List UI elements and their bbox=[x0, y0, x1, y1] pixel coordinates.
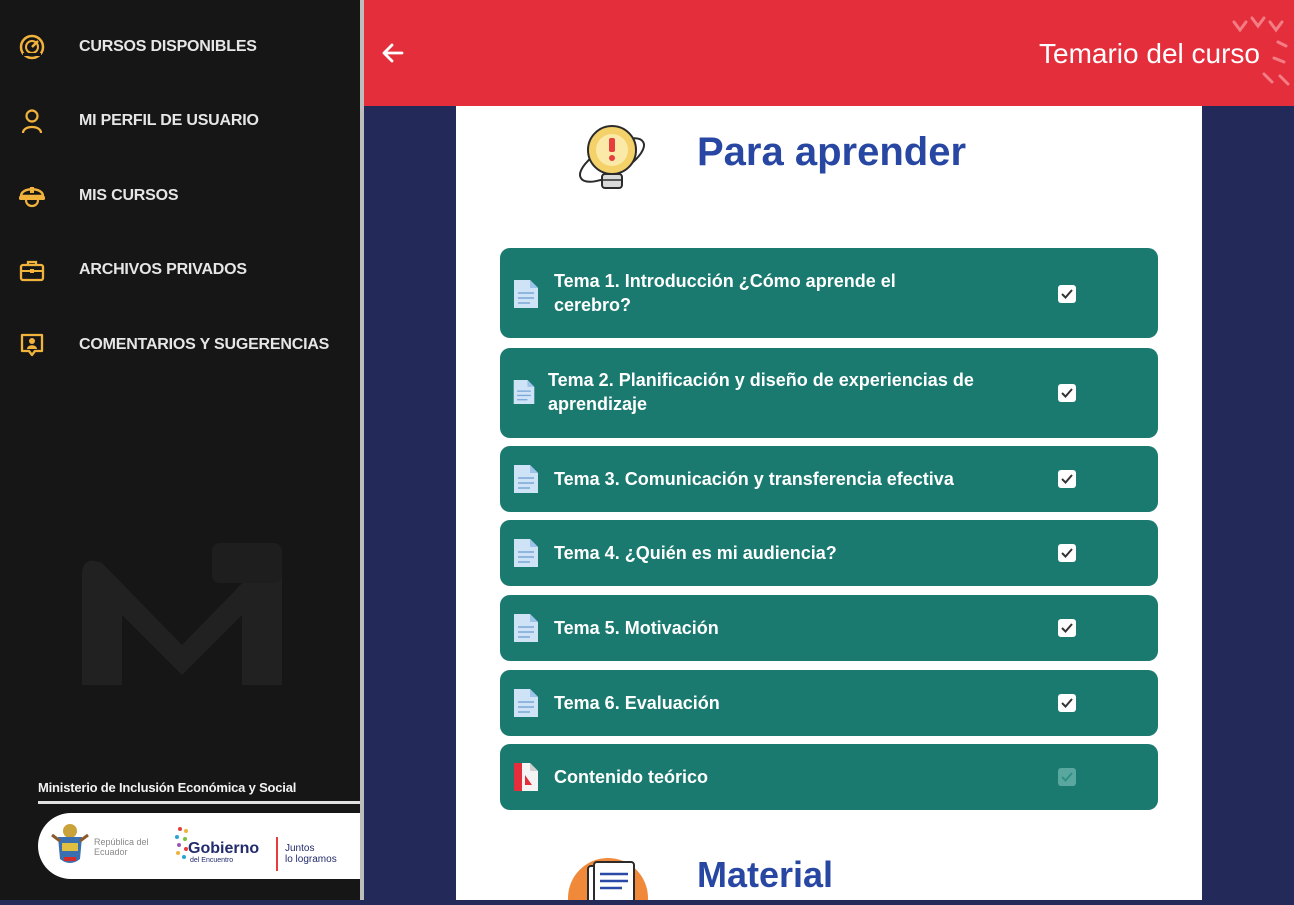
sidebar-item-cursos-disponibles[interactable]: CURSOS DISPONIBLES bbox=[0, 22, 360, 72]
slogan-label: Juntos lo logramos bbox=[285, 843, 337, 865]
document-icon bbox=[512, 612, 540, 644]
checkbox-checked[interactable] bbox=[1058, 619, 1076, 637]
sidebar-item-mis-cursos[interactable]: MIS CURSOS bbox=[0, 171, 360, 221]
checkbox-checked[interactable] bbox=[1058, 544, 1076, 562]
topic-label: Tema 4. ¿Quién es mi audiencia? bbox=[554, 543, 837, 563]
section-title: Para aprender bbox=[697, 130, 967, 174]
divider bbox=[276, 837, 278, 871]
sidebar-drawer: CURSOS DISPONIBLES MI PERFIL DE USUARIO … bbox=[0, 0, 360, 900]
republica-label: República del Ecuador bbox=[94, 837, 149, 857]
check-icon bbox=[1061, 623, 1073, 633]
topic-label: Tema 2. Planificación y diseño de experi… bbox=[548, 370, 974, 414]
arrow-left-icon bbox=[382, 43, 404, 63]
topic-item[interactable]: Tema 2. Planificación y diseño de experi… bbox=[500, 348, 1158, 438]
gauge-icon bbox=[16, 31, 48, 63]
checkbox-checked[interactable] bbox=[1058, 384, 1076, 402]
document-stack-icon bbox=[564, 858, 654, 905]
topic-label: Tema 5. Motivación bbox=[554, 618, 719, 638]
course-syllabus-card: Para aprender Tema 1. Introducción ¿Cómo… bbox=[456, 106, 1202, 905]
gobierno-sub-label: del Encuentro bbox=[190, 857, 234, 864]
checkbox-checked-disabled[interactable] bbox=[1058, 768, 1076, 786]
mies-capacita-watermark-logo bbox=[72, 535, 292, 735]
sidebar-item-label: MI PERFIL DE USUARIO bbox=[79, 112, 259, 129]
document-icon bbox=[512, 537, 540, 569]
ecuador-coat-of-arms-icon bbox=[50, 821, 90, 874]
sidebar-item-label: CURSOS DISPONIBLES bbox=[79, 38, 257, 55]
sidebar-item-label: ARCHIVOS PRIVADOS bbox=[79, 261, 247, 278]
checkbox-checked[interactable] bbox=[1058, 470, 1076, 488]
decorative-pattern-icon bbox=[1214, 0, 1294, 111]
drawer-edge bbox=[360, 0, 364, 900]
gobierno-label: Gobierno bbox=[188, 840, 260, 857]
briefcase-icon bbox=[16, 254, 48, 286]
topic-item[interactable]: Tema 6. Evaluación bbox=[500, 670, 1158, 736]
user-icon bbox=[16, 105, 48, 137]
slogan-line-2: lo logramos bbox=[285, 854, 337, 865]
check-icon bbox=[1061, 474, 1073, 484]
topic-item[interactable]: Tema 5. Motivación bbox=[500, 595, 1158, 661]
check-icon bbox=[1061, 388, 1073, 398]
back-button[interactable] bbox=[380, 40, 410, 66]
sidebar-item-archivos-privados[interactable]: ARCHIVOS PRIVADOS bbox=[0, 245, 360, 295]
topic-label: Tema 1. Introducción ¿Cómo aprende el ce… bbox=[554, 271, 896, 315]
checkbox-checked[interactable] bbox=[1058, 694, 1076, 712]
topic-item[interactable]: Contenido teórico bbox=[500, 744, 1158, 810]
check-icon bbox=[1061, 698, 1073, 708]
checkbox-checked[interactable] bbox=[1058, 285, 1076, 303]
topic-label: Contenido teórico bbox=[554, 767, 708, 787]
worker-helmet-icon bbox=[16, 180, 48, 212]
divider bbox=[38, 801, 360, 804]
topic-item[interactable]: Tema 3. Comunicación y transferencia efe… bbox=[500, 446, 1158, 512]
check-icon bbox=[1061, 289, 1073, 299]
topic-item[interactable]: Tema 4. ¿Quién es mi audiencia? bbox=[500, 520, 1158, 586]
lightbulb-idea-icon bbox=[572, 114, 656, 209]
sidebar-item-comentarios[interactable]: COMENTARIOS Y SUGERENCIAS bbox=[0, 320, 360, 370]
sidebar-item-label: COMENTARIOS Y SUGERENCIAS bbox=[79, 336, 330, 353]
government-logos-bar: República del Ecuador Gobierno del Encue… bbox=[38, 813, 360, 879]
check-icon bbox=[1061, 548, 1073, 558]
document-icon bbox=[512, 687, 540, 719]
feedback-icon bbox=[16, 329, 48, 361]
check-icon bbox=[1061, 772, 1073, 782]
slogan-line-1: Juntos bbox=[285, 843, 315, 854]
pdf-file-icon bbox=[512, 761, 540, 793]
sidebar-item-label: MIS CURSOS bbox=[79, 187, 179, 204]
topic-label: Tema 3. Comunicación y transferencia efe… bbox=[554, 469, 954, 489]
section-title: Material bbox=[697, 854, 834, 895]
topic-label: Tema 6. Evaluación bbox=[554, 693, 720, 713]
document-icon bbox=[512, 378, 540, 410]
document-icon bbox=[512, 278, 540, 310]
document-icon bbox=[512, 463, 540, 495]
ministry-label: Ministerio de Inclusión Económica y Soci… bbox=[38, 780, 297, 795]
app-header: Temario del curso bbox=[364, 0, 1294, 106]
topic-item[interactable]: Tema 1. Introducción ¿Cómo aprende el ce… bbox=[500, 248, 1158, 338]
sidebar-item-mi-perfil[interactable]: MI PERFIL DE USUARIO bbox=[0, 96, 360, 146]
